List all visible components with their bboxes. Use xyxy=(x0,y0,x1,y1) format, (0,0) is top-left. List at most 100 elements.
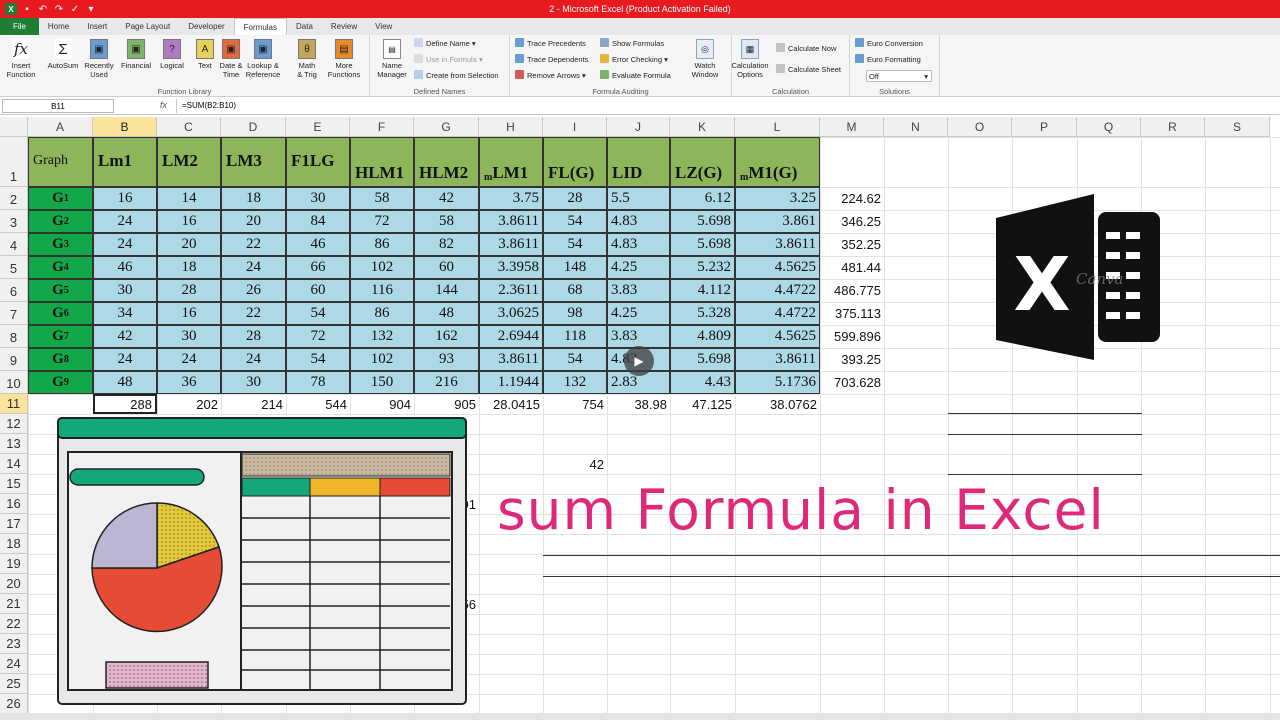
data-cell[interactable]: 4.5625 xyxy=(735,325,820,348)
data-cell[interactable]: 54 xyxy=(543,233,607,256)
graph-label-cell[interactable]: G3 xyxy=(28,233,93,256)
data-cell[interactable]: 4.25 xyxy=(607,256,670,279)
data-cell[interactable]: 2.3611 xyxy=(479,279,543,302)
data-cell[interactable]: 4.83 xyxy=(607,210,670,233)
data-cell[interactable]: 5.5 xyxy=(607,187,670,210)
row-header-5[interactable]: 5 xyxy=(0,256,28,279)
tab-data[interactable]: Data xyxy=(287,18,322,35)
insert-function-button[interactable]: fx Insert Function xyxy=(2,39,40,79)
lookup-reference-button[interactable]: ▣ Lookup & Reference xyxy=(244,39,282,79)
sum-m-cell[interactable]: 352.25 xyxy=(820,233,884,256)
sum-cell[interactable]: 754 xyxy=(543,394,607,414)
data-cell[interactable]: 24 xyxy=(93,210,157,233)
create-from-selection-button[interactable]: Create from Selection xyxy=(414,70,499,82)
watch-window-button[interactable]: ◎ Watch Window xyxy=(686,39,724,79)
data-cell[interactable]: 3.75 xyxy=(479,187,543,210)
column-title-cell[interactable]: FL(G) xyxy=(543,137,607,187)
data-cell[interactable]: 28 xyxy=(543,187,607,210)
data-cell[interactable]: 58 xyxy=(350,187,414,210)
data-cell[interactable]: 54 xyxy=(286,302,350,325)
sum-m-cell[interactable]: 375.113 xyxy=(820,302,884,325)
fx-icon[interactable]: fx xyxy=(160,100,167,110)
euro-formatting-button[interactable]: Euro Formatting xyxy=(855,54,921,66)
column-header-i[interactable]: I xyxy=(543,117,607,137)
data-cell[interactable]: 4.112 xyxy=(670,279,735,302)
tab-home[interactable]: Home xyxy=(39,18,78,35)
column-header-c[interactable]: C xyxy=(157,117,221,137)
data-cell[interactable]: 24 xyxy=(93,233,157,256)
data-cell[interactable]: 30 xyxy=(157,325,221,348)
data-cell[interactable]: 24 xyxy=(93,348,157,371)
data-cell[interactable]: 3.83 xyxy=(607,279,670,302)
use-in-formula-button[interactable]: Use in Formula ▾ xyxy=(414,54,483,66)
data-cell[interactable]: 20 xyxy=(221,210,286,233)
tab-insert[interactable]: Insert xyxy=(78,18,116,35)
data-cell[interactable]: 54 xyxy=(286,348,350,371)
column-title-cell[interactable]: HLM1 xyxy=(350,137,414,187)
row-header-16[interactable]: 16 xyxy=(0,494,28,514)
data-cell[interactable]: 24 xyxy=(157,348,221,371)
data-cell[interactable]: 36 xyxy=(157,371,221,394)
row-header-8[interactable]: 8 xyxy=(0,325,28,348)
data-cell[interactable]: 84 xyxy=(286,210,350,233)
row-header-19[interactable]: 19 xyxy=(0,554,28,574)
data-cell[interactable]: 144 xyxy=(414,279,479,302)
data-cell[interactable]: 3.861 xyxy=(735,210,820,233)
data-cell[interactable]: 60 xyxy=(414,256,479,279)
data-cell[interactable]: 58 xyxy=(414,210,479,233)
data-cell[interactable]: 34 xyxy=(93,302,157,325)
data-cell[interactable]: 102 xyxy=(350,256,414,279)
row-header-22[interactable]: 22 xyxy=(0,614,28,634)
data-cell[interactable]: 5.698 xyxy=(670,210,735,233)
data-cell[interactable]: 118 xyxy=(543,325,607,348)
more-functions-button[interactable]: ▤ More Functions xyxy=(325,39,363,79)
sum-m-cell[interactable]: 393.25 xyxy=(820,348,884,371)
sum-cell[interactable]: 38.98 xyxy=(607,394,670,414)
column-title-cell[interactable]: LM3 xyxy=(221,137,286,187)
autosum-button[interactable]: Σ AutoSum xyxy=(44,39,82,70)
data-cell[interactable]: 1.1944 xyxy=(479,371,543,394)
financial-button[interactable]: ▣ Financial xyxy=(117,39,155,70)
column-header-r[interactable]: R xyxy=(1141,117,1205,137)
data-cell[interactable]: 98 xyxy=(543,302,607,325)
data-cell[interactable]: 46 xyxy=(286,233,350,256)
row-header-24[interactable]: 24 xyxy=(0,654,28,674)
tab-formulas[interactable]: Formulas xyxy=(233,18,287,35)
data-cell[interactable]: 78 xyxy=(286,371,350,394)
name-box[interactable]: B11 xyxy=(2,99,114,113)
row-header-17[interactable]: 17 xyxy=(0,514,28,534)
data-cell[interactable]: 132 xyxy=(543,371,607,394)
data-cell[interactable]: 86 xyxy=(350,302,414,325)
column-title-cell[interactable]: Lm1 xyxy=(93,137,157,187)
column-header-k[interactable]: K xyxy=(670,117,735,137)
calculation-options-button[interactable]: ▦ Calculation Options xyxy=(730,39,770,79)
data-cell[interactable]: 16 xyxy=(93,187,157,210)
data-cell[interactable]: 4.4722 xyxy=(735,279,820,302)
data-cell[interactable]: 148 xyxy=(543,256,607,279)
column-header-m[interactable]: M xyxy=(820,117,884,137)
row-header-11[interactable]: 11 xyxy=(0,394,28,414)
data-cell[interactable]: 16 xyxy=(157,302,221,325)
sum-cell[interactable]: 904 xyxy=(350,394,414,414)
data-cell[interactable]: 28 xyxy=(221,325,286,348)
row-header-2[interactable]: 2 xyxy=(0,187,28,210)
data-cell[interactable]: 54 xyxy=(543,348,607,371)
data-cell[interactable]: 28 xyxy=(157,279,221,302)
data-cell[interactable]: 16 xyxy=(157,210,221,233)
data-cell[interactable]: 5.698 xyxy=(670,348,735,371)
row-header-18[interactable]: 18 xyxy=(0,534,28,554)
data-cell[interactable]: 72 xyxy=(286,325,350,348)
data-cell[interactable]: 82 xyxy=(414,233,479,256)
tab-page-layout[interactable]: Page Layout xyxy=(116,18,179,35)
data-cell[interactable]: 4.4722 xyxy=(735,302,820,325)
data-cell[interactable]: 3.25 xyxy=(735,187,820,210)
row-header-21[interactable]: 21 xyxy=(0,594,28,614)
tab-view[interactable]: View xyxy=(366,18,401,35)
data-cell[interactable]: 20 xyxy=(157,233,221,256)
data-cell[interactable]: 216 xyxy=(414,371,479,394)
undo-icon[interactable]: ↶ xyxy=(37,3,49,15)
trace-dependents-button[interactable]: Trace Dependents xyxy=(515,54,588,66)
row-header-9[interactable]: 9 xyxy=(0,348,28,371)
data-cell[interactable]: 2.6944 xyxy=(479,325,543,348)
data-cell[interactable]: 4.43 xyxy=(670,371,735,394)
